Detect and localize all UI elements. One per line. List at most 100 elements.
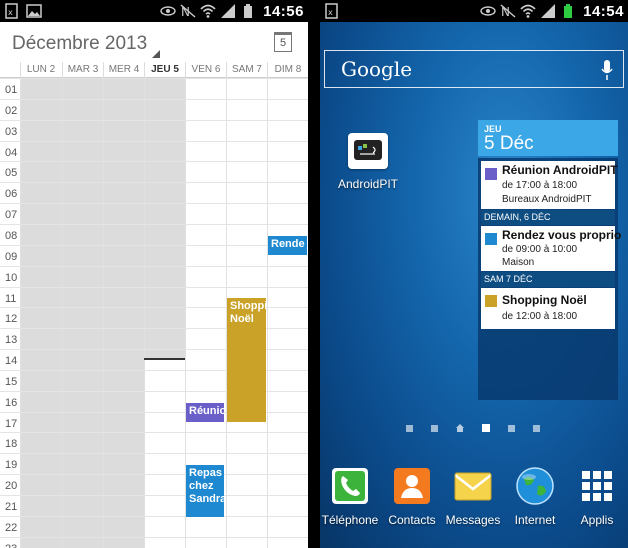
hour-row[interactable]: 21 (0, 495, 308, 516)
page-dot[interactable] (431, 424, 438, 432)
widget-event-time: de 17:00 à 18:00 (502, 180, 578, 191)
calendar-screen: x N 14:56 Décembre 2013 5 LUN 2 MAR 3 ME… (0, 0, 308, 548)
weekday-ven[interactable]: VEN 6 (185, 62, 226, 78)
hour-label: 17 (5, 417, 18, 430)
androidpit-icon (348, 133, 388, 169)
screenshot-root: x N 14:56 Décembre 2013 5 LUN 2 MAR 3 ME… (0, 0, 628, 548)
widget-date: 5 Déc (484, 133, 534, 154)
hour-label: 21 (5, 501, 18, 513)
week-grid[interactable]: 01 02 03 04 05 06 07 08 09 10 11 12 13 14 15 16 17 18 19 20… (0, 78, 308, 548)
hour-row[interactable]: 10 (0, 265, 308, 287)
page-dot[interactable] (508, 424, 515, 432)
contacts-icon (392, 466, 432, 506)
event-color-swatch (485, 233, 497, 245)
svg-text:x: x (328, 8, 333, 17)
calendar-widget[interactable]: JEU 5 Déc Réunion AndroidPIT de 17:00 à … (478, 120, 621, 400)
weekday-mer[interactable]: MER 4 (103, 62, 144, 78)
androidpit-label: AndroidPIT (337, 177, 399, 191)
eye-icon (160, 6, 176, 16)
dock-label: Messages (445, 513, 501, 527)
widget-agenda: Réunion AndroidPIT de 17:00 à 18:00 Bure… (478, 158, 621, 400)
hour-row[interactable]: 07 (0, 203, 308, 224)
widget-date-header[interactable]: JEU 5 Déc (478, 120, 618, 156)
dock-label: Applis (580, 513, 614, 527)
home-screen: x N 14:54 Google AndroidPIT JEU 5 Déc Ré… (320, 0, 628, 548)
home-page-icon[interactable] (456, 424, 464, 432)
hour-row[interactable]: 02 (0, 98, 308, 120)
gallery-icon (26, 4, 42, 18)
calendar-header: Décembre 2013 5 (0, 22, 308, 62)
hour-label: 03 (5, 125, 18, 138)
widget-event-shopping[interactable]: Shopping Noël de 12:00 à 18:00 (481, 288, 615, 329)
widget-section-header: SAM 7 DÉC (481, 272, 615, 287)
google-search-bar[interactable]: Google (324, 50, 624, 88)
event-shopping-noel[interactable]: Shopping Noël (227, 298, 266, 422)
hour-row[interactable]: 20 (0, 474, 308, 495)
hour-row[interactable]: 06 (0, 182, 308, 203)
hour-row[interactable]: 19 (0, 453, 308, 474)
messages-icon (453, 466, 493, 506)
widget-event-reunion[interactable]: Réunion AndroidPIT de 17:00 à 18:00 Bure… (481, 161, 618, 209)
weekday-lun[interactable]: LUN 2 (20, 62, 61, 78)
hour-row[interactable]: 08 (0, 223, 308, 245)
weekday-sam[interactable]: SAM 7 (226, 62, 267, 78)
dock-label: Internet (514, 513, 556, 527)
phone-icon (330, 466, 370, 506)
hour-label: 18 (5, 438, 18, 451)
google-logo: Google (341, 57, 413, 81)
today-button[interactable]: 5 (274, 32, 292, 52)
hour-row[interactable]: 03 (0, 119, 308, 141)
dock-telephone[interactable]: Téléphone (320, 466, 381, 527)
internet-icon (515, 466, 555, 506)
wifi-icon (520, 4, 536, 18)
dock-label: Téléphone (321, 513, 379, 527)
page-indicator[interactable] (406, 424, 540, 432)
weekday-mar[interactable]: MAR 3 (62, 62, 103, 78)
month-selector[interactable]: Décembre 2013 (12, 33, 147, 55)
widget-event-rendezvous[interactable]: Rendez vous proprio de 09:00 à 10:00 Mai… (481, 226, 621, 271)
hour-row[interactable]: 22 (0, 515, 308, 537)
widget-event-place: Maison (502, 257, 535, 268)
current-time-indicator (144, 358, 185, 360)
status-bar: x N 14:56 (0, 0, 308, 22)
hour-label: 07 (5, 209, 18, 222)
dock-applis[interactable]: Applis (566, 466, 628, 527)
widget-event-time: de 12:00 à 18:00 (502, 311, 578, 322)
mute-icon: N (500, 4, 516, 19)
hour-label: 22 (5, 521, 18, 534)
hour-label: 20 (5, 480, 18, 493)
hour-label: 08 (5, 229, 18, 242)
hour-label: 02 (5, 104, 18, 117)
hour-row[interactable]: 05 (0, 161, 308, 182)
hour-label: 14 (5, 355, 18, 368)
hour-label: 09 (5, 250, 18, 263)
dock-messages[interactable]: Messages (442, 466, 504, 527)
battery-icon (244, 4, 253, 18)
weekday-jeu-today[interactable]: JEU 5 (144, 62, 185, 78)
hour-label: 12 (5, 313, 18, 326)
wifi-icon (200, 4, 216, 18)
hour-label: 06 (5, 188, 18, 201)
androidpit-shortcut[interactable]: AndroidPIT (328, 133, 408, 191)
hour-row[interactable]: 04 (0, 140, 308, 162)
event-rendez-vous[interactable]: Rende (268, 236, 307, 255)
hour-label: 16 (5, 396, 18, 409)
page-dot-active[interactable] (482, 424, 490, 432)
page-dot[interactable] (406, 424, 413, 432)
event-reunion[interactable]: Réunio (186, 403, 224, 422)
event-repas-sandra[interactable]: Repas chez Sandra (186, 465, 224, 517)
hour-label: 13 (5, 334, 18, 347)
dock-internet[interactable]: Internet (504, 466, 566, 527)
mute-icon: N (180, 4, 196, 19)
microphone-icon[interactable] (601, 59, 613, 81)
weekday-dim[interactable]: DIM 8 (267, 62, 308, 78)
mail-icon: x (325, 3, 338, 19)
dock-contacts[interactable]: Contacts (381, 466, 443, 527)
hour-row[interactable]: 18 (0, 432, 308, 453)
hour-row[interactable]: 01 (0, 78, 308, 99)
hour-row[interactable]: 23 (0, 536, 308, 548)
dropdown-arrow-icon (152, 50, 160, 58)
widget-event-time: de 09:00 à 10:00 (502, 244, 578, 255)
page-dot[interactable] (533, 424, 540, 432)
hour-row[interactable]: 09 (0, 244, 308, 266)
